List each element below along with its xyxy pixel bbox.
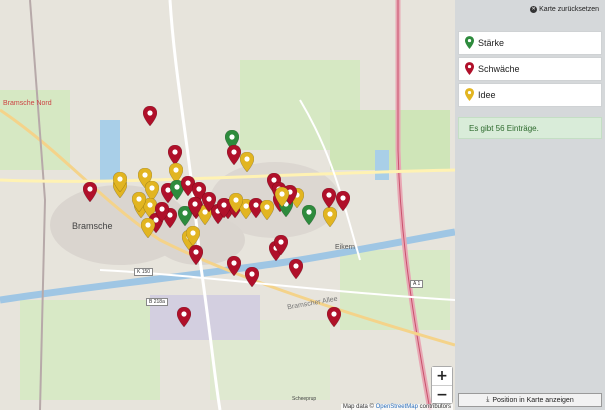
map-marker-staerke[interactable] <box>302 205 316 225</box>
scale-label: Scheeprup <box>292 396 317 402</box>
map-attribution: Map data © OpenStreetMap contributors <box>340 404 453 410</box>
legend-item-staerke[interactable]: Stärke <box>458 31 602 55</box>
map-marker-schwaeche[interactable] <box>322 188 336 208</box>
zoom-control: + − <box>431 366 453 404</box>
road-shield-b218: B 218a <box>146 298 168 306</box>
map-marker-schwaeche[interactable] <box>274 235 288 255</box>
show-position-label: Position in Karte anzeigen <box>492 396 574 404</box>
legend-label: Schwäche <box>478 64 520 74</box>
map-marker-idee[interactable] <box>240 152 254 172</box>
map-view[interactable]: Bramsche Bramsche Nord Eikern Bramscher … <box>0 0 455 410</box>
sidebar-panel: ✕ Karte zurücksetzen Stärke Schwäche Ide… <box>455 0 605 410</box>
road-shield-k150: K 150 <box>134 268 154 276</box>
map-marker-schwaeche[interactable] <box>177 307 191 327</box>
marker-icon <box>465 35 478 51</box>
map-marker-schwaeche[interactable] <box>168 145 182 165</box>
map-marker-schwaeche[interactable] <box>83 182 97 202</box>
map-marker-idee[interactable] <box>229 193 243 213</box>
map-marker-schwaeche[interactable] <box>227 256 241 276</box>
map-marker-schwaeche[interactable] <box>327 307 341 327</box>
zoom-in-button[interactable]: + <box>432 367 452 385</box>
map-marker-schwaeche[interactable] <box>188 197 202 217</box>
marker-icon <box>465 61 478 77</box>
close-circle-icon: ✕ <box>530 6 538 13</box>
map-label-north: Bramsche Nord <box>3 100 52 107</box>
reset-map-button[interactable]: ✕ Karte zurücksetzen <box>530 6 599 13</box>
map-label-village: Eikern <box>335 244 355 251</box>
show-position-button[interactable]: ⤓ Position in Karte anzeigen <box>458 393 602 407</box>
map-marker-idee[interactable] <box>132 192 146 212</box>
map-marker-schwaeche[interactable] <box>143 106 157 126</box>
map-marker-schwaeche[interactable] <box>336 191 350 211</box>
map-marker-idee[interactable] <box>186 226 200 246</box>
map-marker-schwaeche[interactable] <box>155 202 169 222</box>
map-marker-schwaeche[interactable] <box>202 192 216 212</box>
legend-label: Idee <box>478 90 496 100</box>
entry-count-message: Es gibt 56 Einträge. <box>458 117 602 139</box>
map-marker-idee[interactable] <box>275 187 289 207</box>
reset-map-label: Karte zurücksetzen <box>539 6 599 13</box>
map-marker-schwaeche[interactable] <box>245 267 259 287</box>
map-marker-idee[interactable] <box>141 218 155 238</box>
legend: Stärke Schwäche Idee <box>458 31 602 109</box>
legend-label: Stärke <box>478 38 505 48</box>
map-marker-idee[interactable] <box>260 200 274 220</box>
legend-item-schwaeche[interactable]: Schwäche <box>458 57 602 81</box>
map-label-town: Bramsche <box>72 221 113 231</box>
osm-link[interactable]: OpenStreetMap <box>376 404 418 410</box>
map-marker-schwaeche[interactable] <box>189 245 203 265</box>
zoom-out-button[interactable]: − <box>432 385 452 403</box>
map-marker-schwaeche[interactable] <box>289 259 303 279</box>
map-marker-schwaeche[interactable] <box>227 145 241 165</box>
legend-item-idee[interactable]: Idee <box>458 83 602 107</box>
marker-icon <box>465 87 478 103</box>
map-marker-idee[interactable] <box>323 207 337 227</box>
road-shield-a1: A 1 <box>410 280 424 288</box>
download-icon: ⤓ <box>486 396 490 403</box>
map-marker-idee[interactable] <box>113 172 127 192</box>
